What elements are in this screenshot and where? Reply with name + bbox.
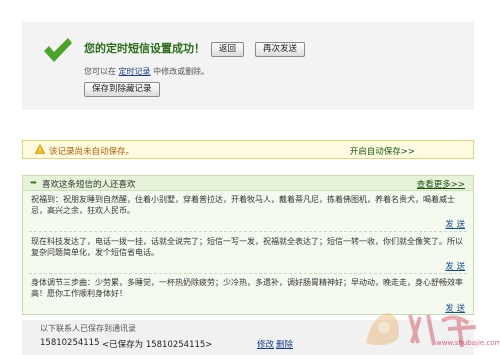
schedule-records-link[interactable]: 定时记录 bbox=[119, 67, 151, 76]
edit-hint: 您可以在 定时记录 中修改或删除。 bbox=[84, 66, 209, 77]
sms-item-text: 现在科技发达了，电话一拨一挂，话就全说完了；短信一写一发，祝福就全表达了；短信一… bbox=[31, 237, 463, 257]
warning-icon bbox=[35, 144, 45, 154]
resend-button[interactable]: 再次发送 bbox=[255, 42, 306, 57]
success-panel: 您的定时短信设置成功！ 返回 再次发送 您可以在 定时记录 中修改或删除。 保存… bbox=[22, 22, 474, 110]
edit-contact-link[interactable]: 修改 bbox=[257, 338, 274, 350]
sms-item-text: 身体调节三步曲：少劳累，多睡觉，一杯热奶除疲劳；少冷热，多遗补，调好肠胃精神好；… bbox=[31, 278, 463, 298]
saved-contacts-label: 以下联系人已保存到通讯录 bbox=[40, 324, 136, 333]
watermark-url: www.shubajie.com bbox=[436, 339, 500, 347]
contact-saved-as: <已保存为 15810254115> bbox=[102, 340, 213, 350]
send-button[interactable]: 发 送 bbox=[445, 260, 465, 272]
contact-number: 15810254115 bbox=[40, 338, 100, 348]
recommend-title: 喜欢这条短信的人还喜欢 bbox=[42, 180, 136, 190]
warning-text: 该记录尚未自动保存。 bbox=[49, 147, 135, 157]
recommend-header: ➡ 喜欢这条短信的人还喜欢 查看更多>> bbox=[23, 176, 473, 191]
save-records-button[interactable]: 保存到除藏记录 bbox=[84, 82, 160, 97]
view-more-link[interactable]: 查看更多>> bbox=[417, 178, 465, 190]
checkmark-icon bbox=[44, 38, 72, 62]
back-button[interactable]: 返回 bbox=[211, 42, 245, 57]
success-title: 您的定时短信设置成功！ bbox=[84, 42, 205, 55]
delete-contact-link[interactable]: 删除 bbox=[276, 338, 293, 350]
edit-hint-prefix: 您可以在 bbox=[84, 67, 116, 76]
arrow-right-icon: ➡ bbox=[30, 178, 37, 187]
edit-hint-suffix: 中修改或删除。 bbox=[153, 67, 210, 76]
autosave-link[interactable]: 开启自动保存>> bbox=[350, 145, 415, 157]
divider bbox=[29, 273, 467, 274]
send-button[interactable]: 发 送 bbox=[445, 218, 465, 230]
divider bbox=[29, 231, 467, 232]
sms-item-text: 祝福到：祝朋友睡到自然醒，住着小别墅，穿着普拉达，开着牧马人，戴着蒂凡尼，拣着佛… bbox=[31, 195, 455, 215]
warning-bar: 该记录尚未自动保存。 开启自动保存>> bbox=[22, 140, 474, 159]
recommend-panel: ➡ 喜欢这条短信的人还喜欢 查看更多>> 祝福到：祝朋友睡到自然醒，住着小别墅，… bbox=[22, 175, 474, 315]
